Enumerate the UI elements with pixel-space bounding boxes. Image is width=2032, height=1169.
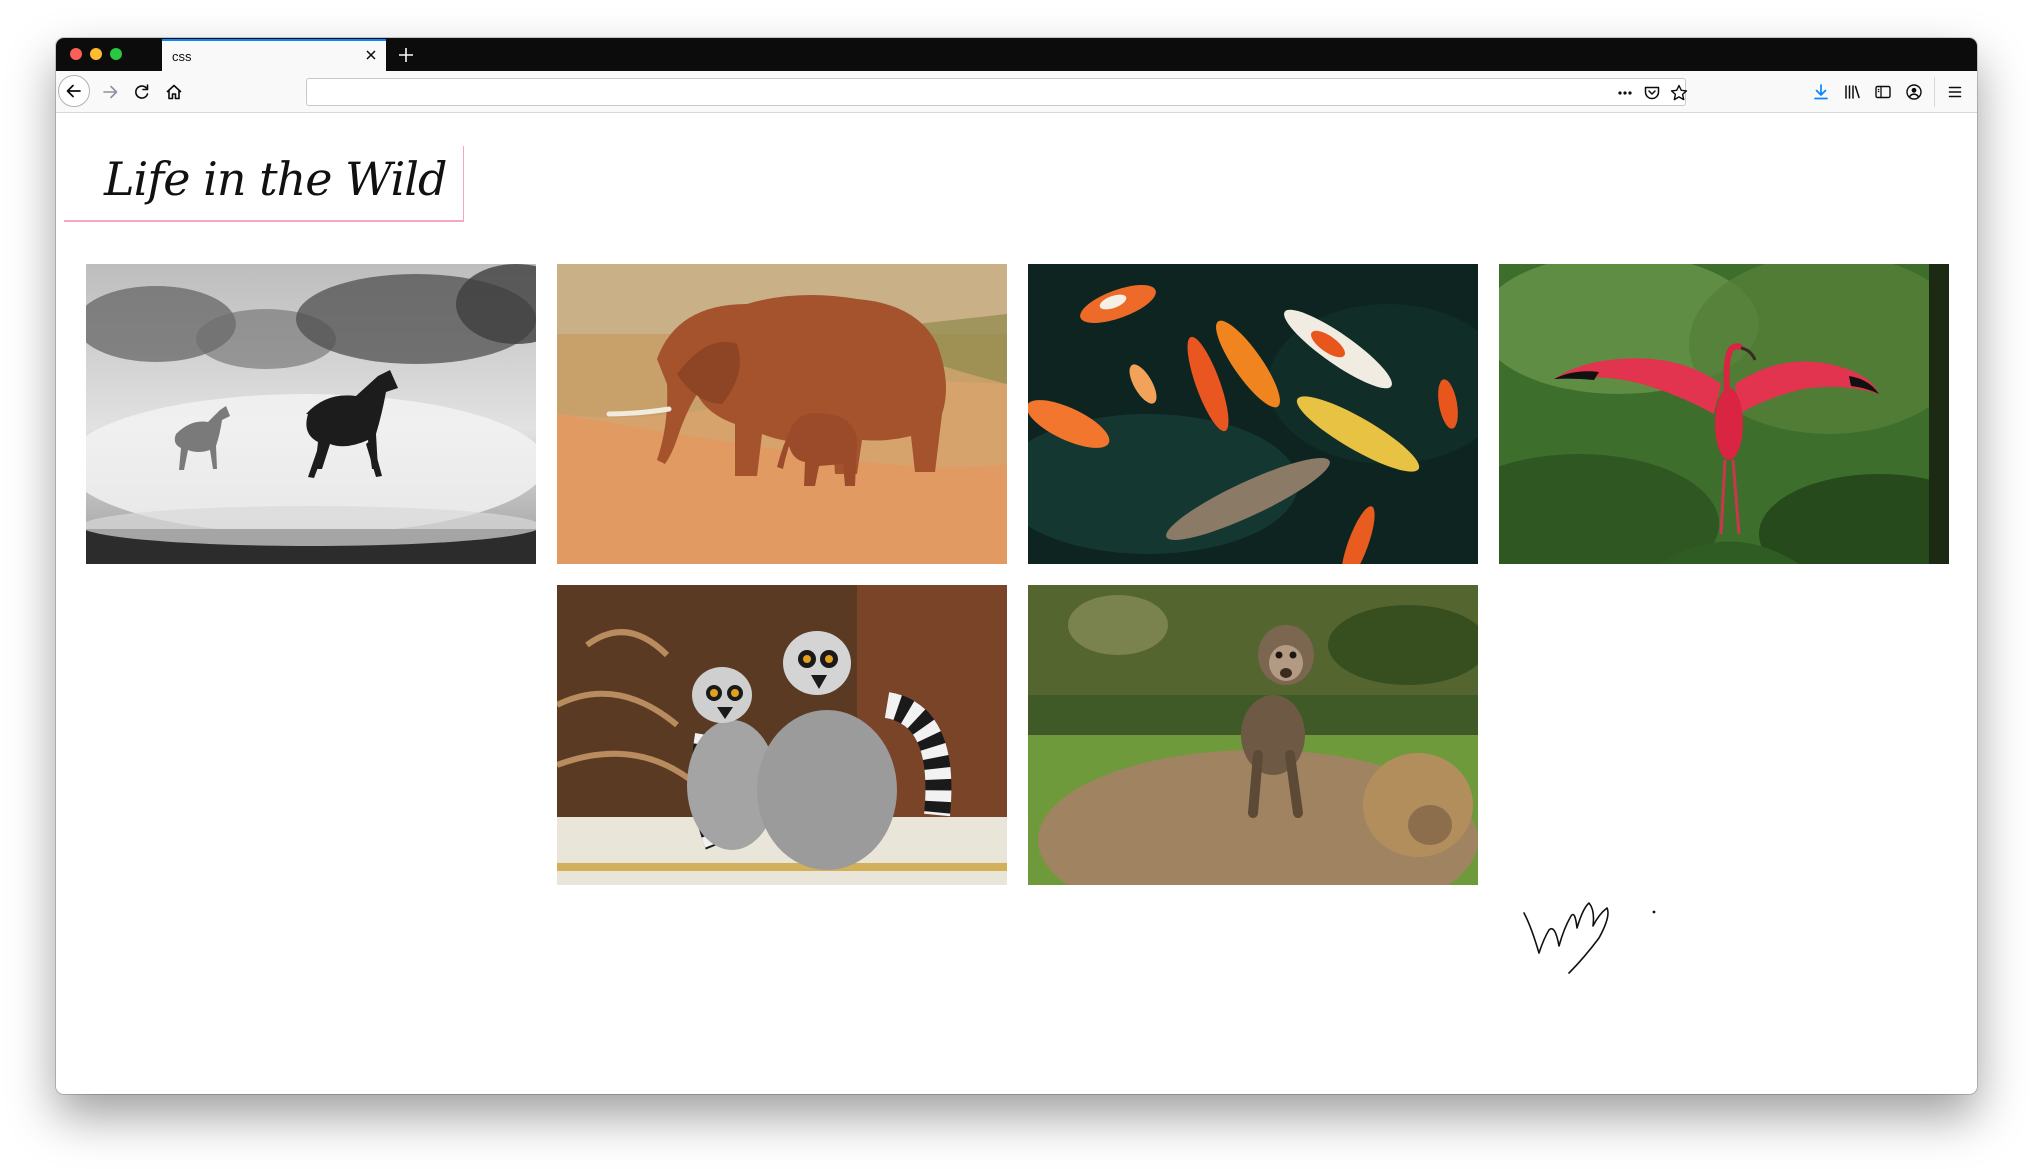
page-actions-menu-icon[interactable] — [1615, 83, 1635, 103]
monkeys-photo — [1028, 585, 1478, 885]
home-button[interactable] — [158, 76, 190, 108]
window-close-button[interactable] — [70, 48, 82, 60]
koi-photo — [1028, 264, 1478, 564]
elephants-photo — [557, 264, 1007, 564]
page-content: Life in the Wild — [56, 113, 1977, 1094]
reload-button[interactable] — [126, 76, 158, 108]
downloads-icon[interactable] — [1811, 82, 1831, 102]
back-arrow-icon — [66, 84, 81, 98]
tab-title: css — [172, 49, 192, 64]
address-bar[interactable] — [306, 78, 1689, 106]
home-icon — [166, 84, 182, 100]
library-icon[interactable] — [1842, 82, 1862, 102]
sidebar-toggle-icon[interactable] — [1873, 82, 1893, 102]
bookmark-star-icon[interactable] — [1669, 83, 1689, 103]
back-button[interactable] — [58, 75, 90, 107]
account-icon[interactable] — [1904, 82, 1924, 102]
lemurs-photo — [557, 585, 1007, 885]
url-input[interactable] — [315, 82, 1569, 104]
forward-arrow-icon — [103, 85, 118, 99]
pocket-icon[interactable] — [1642, 83, 1662, 103]
horses-photo — [86, 264, 536, 564]
navigation-toolbar — [56, 71, 1977, 113]
window-minimize-button[interactable] — [90, 48, 102, 60]
browser-window: css Life in the Wild — [56, 38, 1977, 1094]
toolbar-separator — [1934, 77, 1935, 107]
forward-button[interactable] — [94, 76, 126, 108]
tab-strip: css — [56, 38, 1977, 71]
tab-css[interactable]: css — [162, 39, 386, 71]
page-title: Life in the Wild — [104, 152, 447, 206]
reload-icon — [135, 84, 149, 99]
hamburger-menu-icon[interactable] — [1945, 82, 1965, 102]
new-tab-button[interactable] — [394, 43, 418, 67]
window-zoom-button[interactable] — [110, 48, 122, 60]
tab-close-icon[interactable] — [362, 46, 380, 64]
ibis-photo — [1499, 264, 1949, 564]
page-header: Life in the Wild — [64, 146, 464, 222]
signature-image — [1523, 902, 1656, 974]
